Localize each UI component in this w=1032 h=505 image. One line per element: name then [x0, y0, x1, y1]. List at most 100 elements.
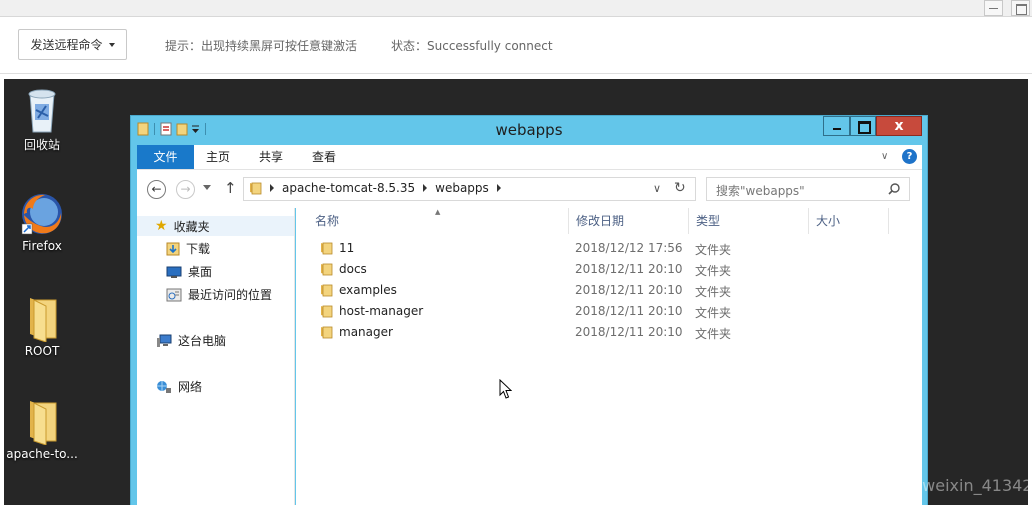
tab-home[interactable]: 主页 [206, 145, 230, 169]
desktop-icon-label: ROOT [24, 344, 60, 358]
table-row[interactable]: docs 2018/12/11 20:10 文件夹 [296, 259, 922, 280]
nav-item-label: 收藏夹 [173, 219, 210, 234]
ribbon-tabs: 文件 主页 共享 查看 ∨ ? [137, 145, 922, 170]
desktop-icon-firefox[interactable]: Firefox [4, 191, 80, 253]
search-box[interactable]: 搜索"webapps" [706, 177, 910, 201]
desktop-icon-label: apache-to... [6, 447, 78, 461]
file-date: 2018/12/11 20:10 [575, 283, 683, 297]
mouse-cursor-icon [499, 379, 512, 399]
file-type: 文件夹 [695, 306, 732, 320]
nav-item-label: 下载 [186, 242, 211, 256]
search-icon[interactable] [888, 183, 900, 195]
navigation-pane: ★ 收藏夹 下载 桌面 最近访问的位置 这台电脑 网络 [137, 208, 295, 505]
folder-icon [321, 284, 333, 297]
remote-desktop[interactable]: 回收站 Firefox ROOT apache-to... webapps x … [4, 79, 1028, 505]
file-type: 文件夹 [695, 327, 732, 341]
navigation-bar: ← → ↑ apache-tomcat-8.5.35 webapps ∨ ↻ 搜… [137, 170, 922, 208]
file-date: 2018/12/12 17:56 [575, 241, 683, 255]
back-button[interactable]: ← [147, 180, 166, 199]
desktop-icon-label: 回收站 [23, 138, 60, 152]
table-row[interactable]: 11 2018/12/12 17:56 文件夹 [296, 238, 922, 259]
tab-file[interactable]: 文件 [137, 145, 194, 169]
file-name: docs [339, 262, 367, 276]
nav-item-label: 最近访问的位置 [188, 288, 273, 302]
caret-down-icon [108, 42, 115, 47]
column-header-type[interactable]: 类型 [689, 208, 809, 234]
help-icon[interactable]: ? [902, 149, 917, 164]
host-maximize-button[interactable] [1011, 0, 1030, 16]
desktop-icon [166, 266, 182, 278]
hint-text: 提示：出现持续黑屏可按任意键激活 [165, 39, 358, 53]
folder-icon [250, 182, 262, 195]
file-name-cell: host-manager [319, 304, 423, 318]
file-type: 文件夹 [695, 264, 732, 278]
chevron-right-icon[interactable] [423, 184, 428, 192]
tab-share[interactable]: 共享 [259, 145, 283, 169]
nav-item-favorites[interactable]: ★ 收藏夹 [137, 216, 294, 236]
folder-icon [30, 401, 57, 445]
chevron-right-icon[interactable] [270, 184, 274, 192]
table-row[interactable]: host-manager 2018/12/11 20:10 文件夹 [296, 301, 922, 322]
address-bar[interactable]: apache-tomcat-8.5.35 webapps ∨ ↻ [243, 177, 696, 201]
explorer-title-bar[interactable]: webapps x [131, 116, 927, 144]
sort-ascending-icon: ▲ [435, 208, 441, 216]
search-placeholder: 搜索"webapps" [716, 184, 805, 198]
maximize-button[interactable] [850, 116, 876, 136]
desktop-icon-root-folder[interactable]: ROOT [4, 294, 80, 358]
nav-item-label: 这台电脑 [178, 334, 227, 348]
file-list[interactable]: 名称 ▲ 修改日期 类型 大小 11 2018/12/12 17:56 文件夹 … [296, 208, 922, 505]
refresh-icon[interactable]: ↻ [674, 180, 686, 196]
recent-places-icon [166, 288, 182, 301]
nav-item-recent[interactable]: 最近访问的位置 [166, 286, 272, 303]
file-name: host-manager [339, 304, 424, 318]
file-name: manager [339, 325, 393, 339]
recent-locations-icon[interactable] [203, 185, 211, 190]
folder-icon [321, 305, 333, 318]
address-dropdown-icon[interactable]: ∨ [653, 182, 661, 195]
explorer-window[interactable]: webapps x 文件 主页 共享 查看 ∨ ? ← → ↑ apache-t… [130, 115, 928, 505]
breadcrumb: apache-tomcat-8.5.35 webapps [248, 181, 501, 195]
up-button[interactable]: ↑ [224, 179, 237, 197]
forward-button[interactable]: → [176, 180, 195, 199]
nav-item-label: 桌面 [188, 265, 213, 279]
host-minimize-button[interactable] [984, 0, 1003, 16]
send-remote-command-label: 发送远程命令 [30, 38, 103, 52]
nav-item-network[interactable]: 网络 [156, 378, 202, 395]
watermark: https://blog.csdn.net/weixin_41342359 [751, 476, 1032, 495]
nav-item-downloads[interactable]: 下载 [166, 240, 210, 257]
nav-item-desktop[interactable]: 桌面 [166, 263, 212, 280]
desktop-icon-label: Firefox [22, 239, 62, 253]
desktop-icon-recycle-bin[interactable]: 回收站 [4, 86, 80, 153]
tab-view[interactable]: 查看 [312, 145, 336, 169]
file-type: 文件夹 [695, 243, 732, 257]
table-row[interactable]: manager 2018/12/11 20:10 文件夹 [296, 322, 922, 343]
desktop-icon-apache-folder[interactable]: apache-to... [4, 397, 80, 461]
recycle-bin-icon [28, 89, 56, 133]
host-toolbar: 发送远程命令 提示：出现持续黑屏可按任意键激活 状态：Successfully … [0, 17, 1032, 74]
nav-item-this-pc[interactable]: 这台电脑 [156, 332, 226, 349]
file-date: 2018/12/11 20:10 [575, 304, 683, 318]
breadcrumb-item[interactable]: apache-tomcat-8.5.35 [282, 181, 415, 195]
minimize-button[interactable] [823, 116, 850, 136]
file-name-cell: 11 [319, 241, 354, 255]
column-header-date[interactable]: 修改日期 [569, 208, 689, 234]
file-name: 11 [339, 241, 355, 255]
file-date: 2018/12/11 20:10 [575, 262, 683, 276]
folder-icon [321, 263, 333, 276]
file-date: 2018/12/11 20:10 [575, 325, 683, 339]
star-icon: ★ [155, 218, 168, 234]
close-button[interactable]: x [876, 116, 922, 136]
computer-icon [157, 334, 172, 347]
folder-icon [321, 242, 333, 255]
file-name-cell: manager [319, 325, 393, 339]
table-row[interactable]: examples 2018/12/11 20:10 文件夹 [296, 280, 922, 301]
firefox-icon [21, 194, 62, 235]
send-remote-command-button[interactable]: 发送远程命令 [18, 29, 127, 60]
column-header-size[interactable]: 大小 [809, 208, 889, 234]
chevron-down-icon[interactable]: ∨ [881, 151, 888, 162]
explorer-title: webapps [495, 121, 563, 139]
folder-icon [321, 326, 333, 339]
breadcrumb-item[interactable]: webapps [435, 181, 489, 195]
folder-icon [30, 298, 57, 342]
chevron-right-icon[interactable] [496, 184, 501, 192]
